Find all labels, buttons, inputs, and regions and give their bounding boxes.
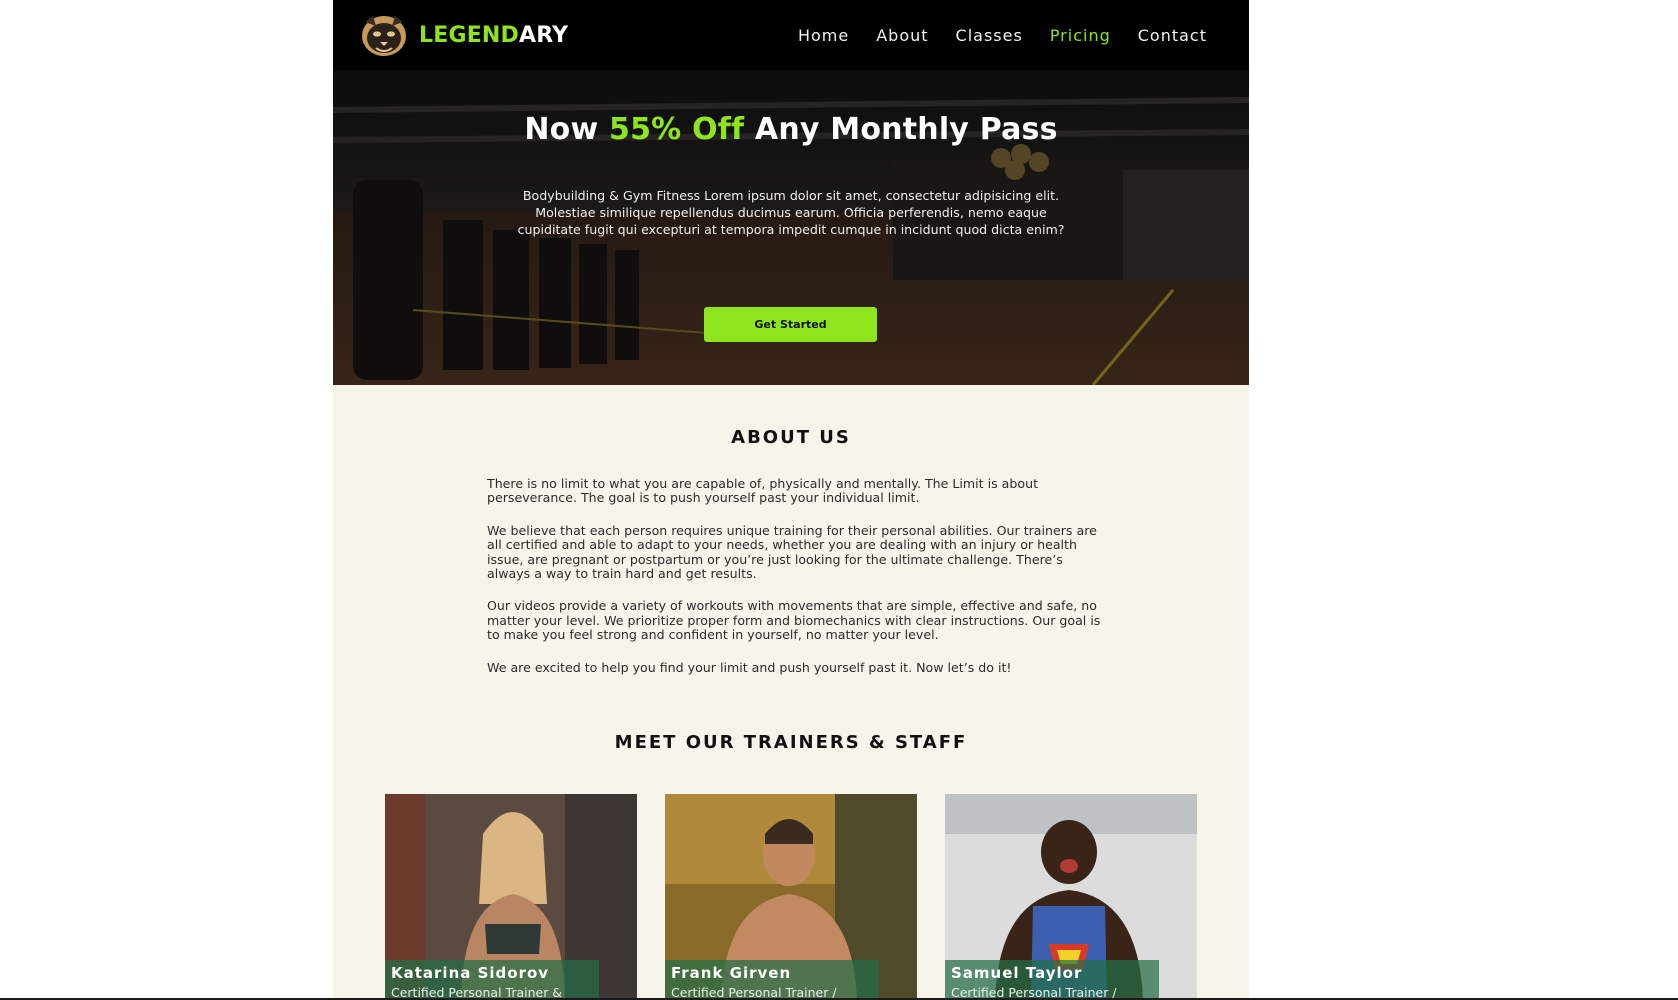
nav-link-contact[interactable]: Contact bbox=[1138, 26, 1207, 45]
hero-title-pre: Now bbox=[524, 112, 610, 147]
trainers-title: MEET OUR TRAINERS & STAFF bbox=[614, 732, 968, 753]
brand-name-part2: ARY bbox=[519, 22, 569, 48]
brand-name: LEGENDARY bbox=[419, 23, 568, 48]
trainer-label: Samuel Taylor Certified Personal Trainer… bbox=[945, 960, 1159, 1000]
trainer-card[interactable]: Samuel Taylor Certified Personal Trainer… bbox=[945, 794, 1197, 1000]
trainer-label: Frank Girven Certified Personal Trainer … bbox=[665, 960, 879, 1000]
navbar: LEGENDARY Home About Classes Pricing Con… bbox=[333, 0, 1249, 70]
hero-description: Bodybuilding & Gym Fitness Lorem ipsum d… bbox=[517, 188, 1065, 237]
nav-links: Home About Classes Pricing Contact bbox=[798, 26, 1207, 45]
about-section: ABOUT US There is no limit to what you a… bbox=[333, 385, 1249, 1000]
page: LEGENDARY Home About Classes Pricing Con… bbox=[333, 0, 1249, 1000]
trainer-cards: Katarina Sidorov Certified Personal Trai… bbox=[385, 794, 1197, 1000]
about-body: There is no limit to what you are capabl… bbox=[487, 476, 1107, 693]
trainer-label: Katarina Sidorov Certified Personal Trai… bbox=[385, 960, 599, 1000]
get-started-button[interactable]: Get Started bbox=[704, 307, 877, 342]
trainer-name: Katarina Sidorov bbox=[391, 964, 550, 982]
nav-link-about[interactable]: About bbox=[876, 26, 928, 45]
hero-title-post: Any Monthly Pass bbox=[744, 112, 1058, 147]
trainer-card[interactable]: Frank Girven Certified Personal Trainer … bbox=[665, 794, 917, 1000]
about-title: ABOUT US bbox=[731, 427, 851, 448]
panther-logo-icon bbox=[359, 12, 409, 58]
brand[interactable]: LEGENDARY bbox=[359, 12, 568, 58]
about-paragraph: We believe that each person requires uni… bbox=[487, 522, 1097, 582]
hero-title-accent: 55% Off bbox=[609, 112, 745, 147]
nav-link-pricing[interactable]: Pricing bbox=[1050, 26, 1111, 45]
nav-link-home[interactable]: Home bbox=[798, 26, 849, 45]
hero-title: Now 55% Off Any Monthly Pass bbox=[333, 112, 1249, 147]
about-paragraph: Our videos provide a variety of workouts… bbox=[487, 598, 1101, 643]
hero-section: Now 55% Off Any Monthly Pass Bodybuildin… bbox=[333, 70, 1249, 385]
trainer-card[interactable]: Katarina Sidorov Certified Personal Trai… bbox=[385, 794, 637, 1000]
nav-link-classes[interactable]: Classes bbox=[956, 26, 1023, 45]
trainer-name: Frank Girven bbox=[671, 964, 792, 982]
about-paragraph: We are excited to help you find your lim… bbox=[487, 659, 1012, 675]
trainer-name: Samuel Taylor bbox=[951, 964, 1083, 982]
about-paragraph: There is no limit to what you are capabl… bbox=[487, 476, 1039, 506]
brand-name-part1: LEGEND bbox=[419, 22, 520, 48]
